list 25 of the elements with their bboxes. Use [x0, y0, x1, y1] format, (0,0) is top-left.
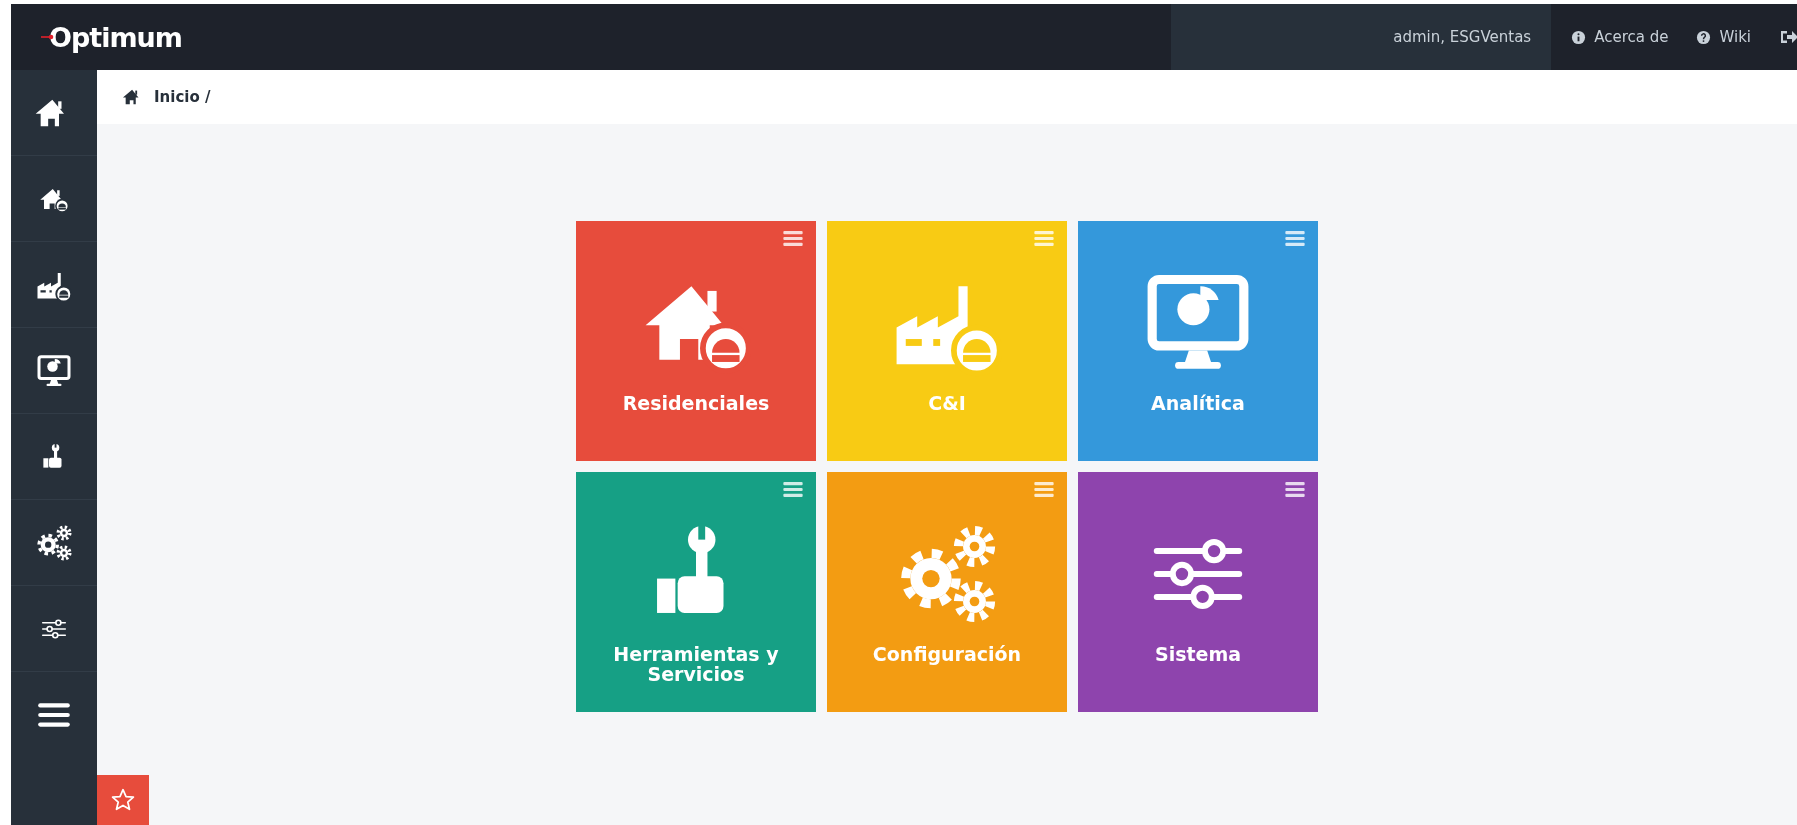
monitor-chart-icon — [36, 352, 72, 389]
module-tile[interactable]: Sistema — [1078, 472, 1318, 712]
menu-icon[interactable] — [1285, 482, 1305, 497]
tile-label: Configuración — [872, 645, 1022, 667]
info-icon — [1571, 29, 1587, 45]
tile-label: Herramientas y Servicios — [612, 645, 780, 685]
user-name[interactable]: admin, ESGVentas — [1393, 28, 1532, 46]
module-tile[interactable]: Herramientas y Servicios — [576, 472, 816, 712]
help-icon — [1696, 29, 1712, 45]
logout-icon[interactable] — [1779, 28, 1797, 46]
tile-label: Analítica — [1151, 394, 1245, 416]
module-tile[interactable]: Residenciales — [576, 221, 816, 461]
tile-label: Sistema — [1154, 645, 1242, 667]
breadcrumb-link[interactable]: Inicio / — [154, 88, 211, 106]
header-link[interactable]: Acerca de — [1571, 28, 1669, 46]
tile-label: Residenciales — [622, 394, 770, 416]
logo-text: Optimum — [49, 21, 182, 53]
module-tile[interactable]: Analítica — [1078, 221, 1318, 461]
favorites-button[interactable] — [97, 775, 149, 825]
menu-icon[interactable] — [1285, 231, 1305, 246]
tile-label: C&I — [928, 394, 966, 416]
menu-icon[interactable] — [783, 231, 803, 246]
star-icon — [110, 787, 136, 813]
header-link[interactable]: Wiki — [1696, 28, 1751, 46]
menu-icon[interactable] — [783, 482, 803, 497]
